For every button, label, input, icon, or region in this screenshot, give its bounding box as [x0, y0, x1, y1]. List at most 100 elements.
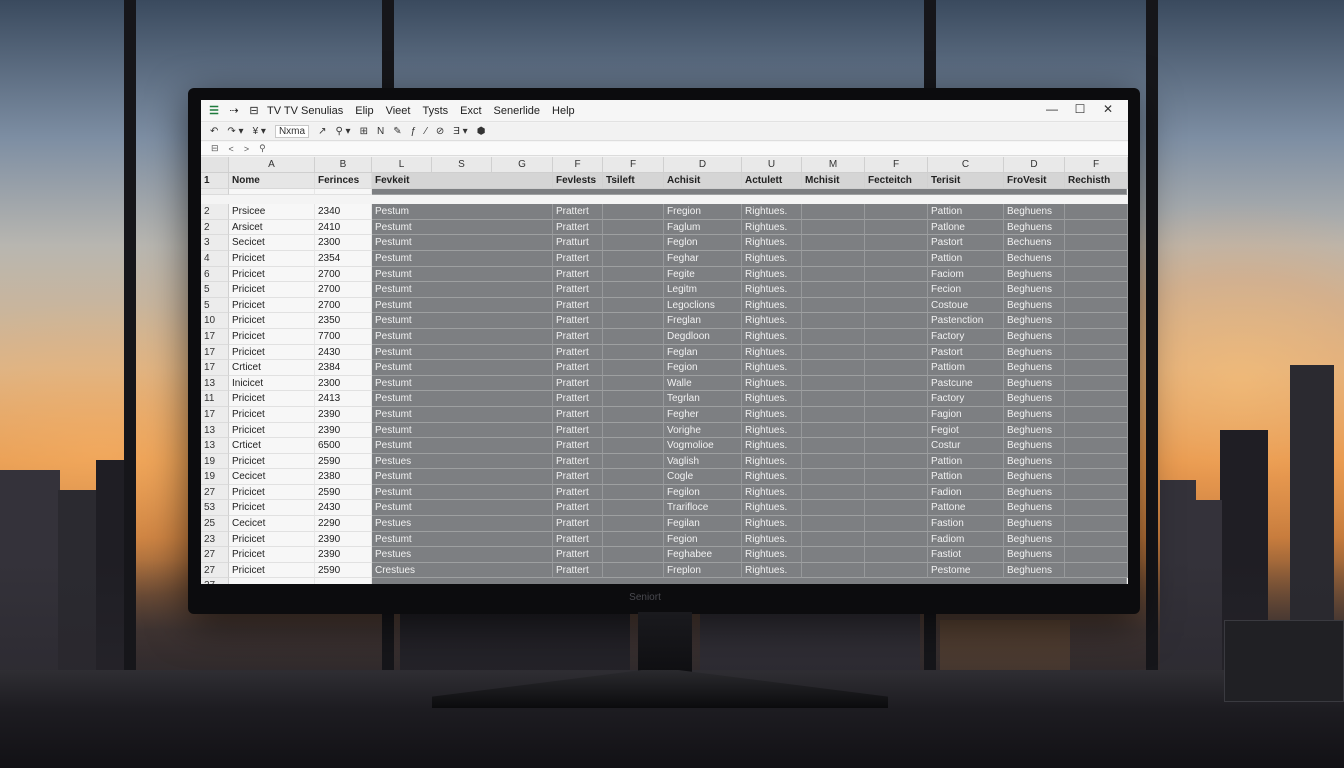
cell[interactable]: [603, 500, 664, 517]
cell[interactable]: Feglan: [664, 344, 742, 361]
cell[interactable]: Pricicet: [229, 344, 315, 361]
name-box[interactable]: Nxma: [274, 125, 310, 138]
cell[interactable]: 2700: [315, 282, 372, 298]
cell[interactable]: Rightues.: [742, 297, 802, 314]
cell[interactable]: [865, 360, 928, 376]
menu-item[interactable]: Senerlide: [494, 105, 540, 117]
cell[interactable]: [1065, 453, 1128, 470]
cell[interactable]: Beghuens: [1004, 438, 1065, 454]
cell[interactable]: Faglum: [664, 219, 742, 236]
header-cell[interactable]: Fevlests: [553, 173, 603, 189]
cell[interactable]: Freplon: [664, 562, 742, 579]
cell[interactable]: Pricicet: [229, 406, 315, 423]
cell[interactable]: Pestumt: [372, 375, 553, 392]
cell[interactable]: Fegher: [664, 406, 742, 423]
row-number[interactable]: 17: [201, 328, 229, 345]
close-button[interactable]: ✕: [1094, 102, 1122, 116]
cell[interactable]: [1065, 204, 1128, 220]
minimize-button[interactable]: —: [1038, 102, 1066, 116]
cell[interactable]: Pricicet: [229, 266, 315, 283]
column-header[interactable]: B: [315, 157, 372, 172]
cell[interactable]: Rightues.: [742, 282, 802, 298]
cell[interactable]: Beghuens: [1004, 469, 1065, 485]
cell[interactable]: Rightues.: [742, 547, 802, 563]
cell[interactable]: Beghuens: [1004, 484, 1065, 501]
cell[interactable]: 2340: [315, 204, 372, 220]
cell[interactable]: Beghuens: [1004, 406, 1065, 423]
cell[interactable]: [603, 531, 664, 548]
cell[interactable]: Fecion: [928, 282, 1004, 298]
cell[interactable]: Rightues.: [742, 500, 802, 517]
cell[interactable]: Rightues.: [742, 422, 802, 439]
cell[interactable]: Fregion: [664, 204, 742, 220]
cell[interactable]: Legoclions: [664, 297, 742, 314]
table-icon[interactable]: ⊞: [360, 126, 368, 137]
cell[interactable]: [802, 235, 865, 251]
cell[interactable]: Pestumt: [372, 219, 553, 236]
cell[interactable]: [865, 235, 928, 251]
cell[interactable]: Pestumt: [372, 391, 553, 407]
cell[interactable]: Rightues.: [742, 204, 802, 220]
cell[interactable]: [1065, 406, 1128, 423]
cell[interactable]: Rightues.: [742, 313, 802, 329]
row-number[interactable]: 2: [201, 219, 229, 236]
cell[interactable]: [802, 375, 865, 392]
cell[interactable]: Prattert: [553, 484, 603, 501]
cell[interactable]: Pricicet: [229, 453, 315, 470]
cell[interactable]: [603, 360, 664, 376]
function-icon[interactable]: ƒ: [411, 126, 417, 137]
cell[interactable]: 2380: [315, 469, 372, 485]
cell[interactable]: 7700: [315, 328, 372, 345]
cell[interactable]: Beghuens: [1004, 391, 1065, 407]
spreadsheet-app-icon[interactable]: ☰: [207, 104, 221, 117]
cell[interactable]: Prattert: [553, 453, 603, 470]
cell[interactable]: Fegion: [664, 360, 742, 376]
cell[interactable]: [802, 469, 865, 485]
cell[interactable]: [865, 484, 928, 501]
cell[interactable]: Factory: [928, 391, 1004, 407]
cell[interactable]: [802, 562, 865, 579]
column-header[interactable]: U: [742, 157, 802, 172]
cell[interactable]: Pestumt: [372, 438, 553, 454]
row-number[interactable]: 17: [201, 406, 229, 423]
header-cell[interactable]: Ferinces: [315, 173, 372, 189]
cell[interactable]: Beghuens: [1004, 516, 1065, 532]
cell[interactable]: Pattiom: [928, 360, 1004, 376]
cell[interactable]: Pestumt: [372, 344, 553, 361]
cell[interactable]: Pestumt: [372, 531, 553, 548]
cell[interactable]: Beghuens: [1004, 375, 1065, 392]
cell[interactable]: [603, 297, 664, 314]
cell[interactable]: Legitm: [664, 282, 742, 298]
cell[interactable]: Beghuens: [1004, 531, 1065, 548]
cell[interactable]: Pastort: [928, 344, 1004, 361]
row-number[interactable]: 25: [201, 516, 229, 532]
cell[interactable]: Arsicet: [229, 219, 315, 236]
row-number[interactable]: 5: [201, 282, 229, 298]
cell[interactable]: Trarifloce: [664, 500, 742, 517]
currency-icon[interactable]: ¥ ▾: [253, 126, 266, 137]
cell[interactable]: Secicet: [229, 235, 315, 251]
cell[interactable]: Pestues: [372, 547, 553, 563]
header-cell[interactable]: Achisit: [664, 173, 742, 189]
cell[interactable]: [865, 453, 928, 470]
column-header[interactable]: F: [1065, 157, 1128, 172]
cell[interactable]: Fastiot: [928, 547, 1004, 563]
cell[interactable]: 2390: [315, 547, 372, 563]
cell[interactable]: [802, 344, 865, 361]
cell[interactable]: Pestumt: [372, 484, 553, 501]
row-number[interactable]: 17: [201, 360, 229, 376]
cell[interactable]: Pestumt: [372, 297, 553, 314]
cell[interactable]: [802, 438, 865, 454]
cell[interactable]: [603, 391, 664, 407]
slash-icon[interactable]: ⁄: [425, 126, 427, 137]
cell[interactable]: Bechuens: [1004, 235, 1065, 251]
menu-item[interactable]: Exct: [460, 105, 481, 117]
cell[interactable]: Prattert: [553, 328, 603, 345]
cell[interactable]: Prattert: [553, 204, 603, 220]
cell[interactable]: [1065, 375, 1128, 392]
cell[interactable]: 2300: [315, 375, 372, 392]
cell[interactable]: [802, 516, 865, 532]
sort-icon[interactable]: Ǝ ▾: [453, 126, 467, 137]
undo-icon[interactable]: ↶: [210, 126, 218, 137]
column-header[interactable]: F: [553, 157, 603, 172]
